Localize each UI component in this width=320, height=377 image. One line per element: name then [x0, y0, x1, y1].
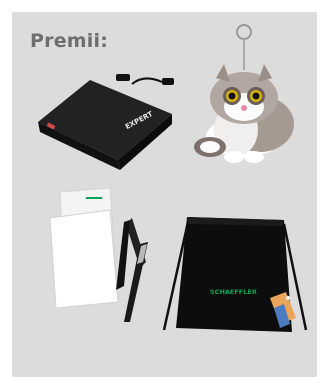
drawstring-bag-image: SCHAEFFLER — [162, 217, 308, 332]
notepad-pen-set-image — [49, 187, 148, 322]
prizes-illustration: EXPERT SCHAEFFLER — [38, 24, 308, 332]
prizes-card: Premii: EXPERT SCHAEFFLER — [12, 12, 317, 377]
raccoon-keychain-image — [194, 24, 294, 163]
powerbank-image: EXPERT — [38, 74, 174, 170]
bag-brand: SCHAEFFLER — [210, 288, 257, 296]
